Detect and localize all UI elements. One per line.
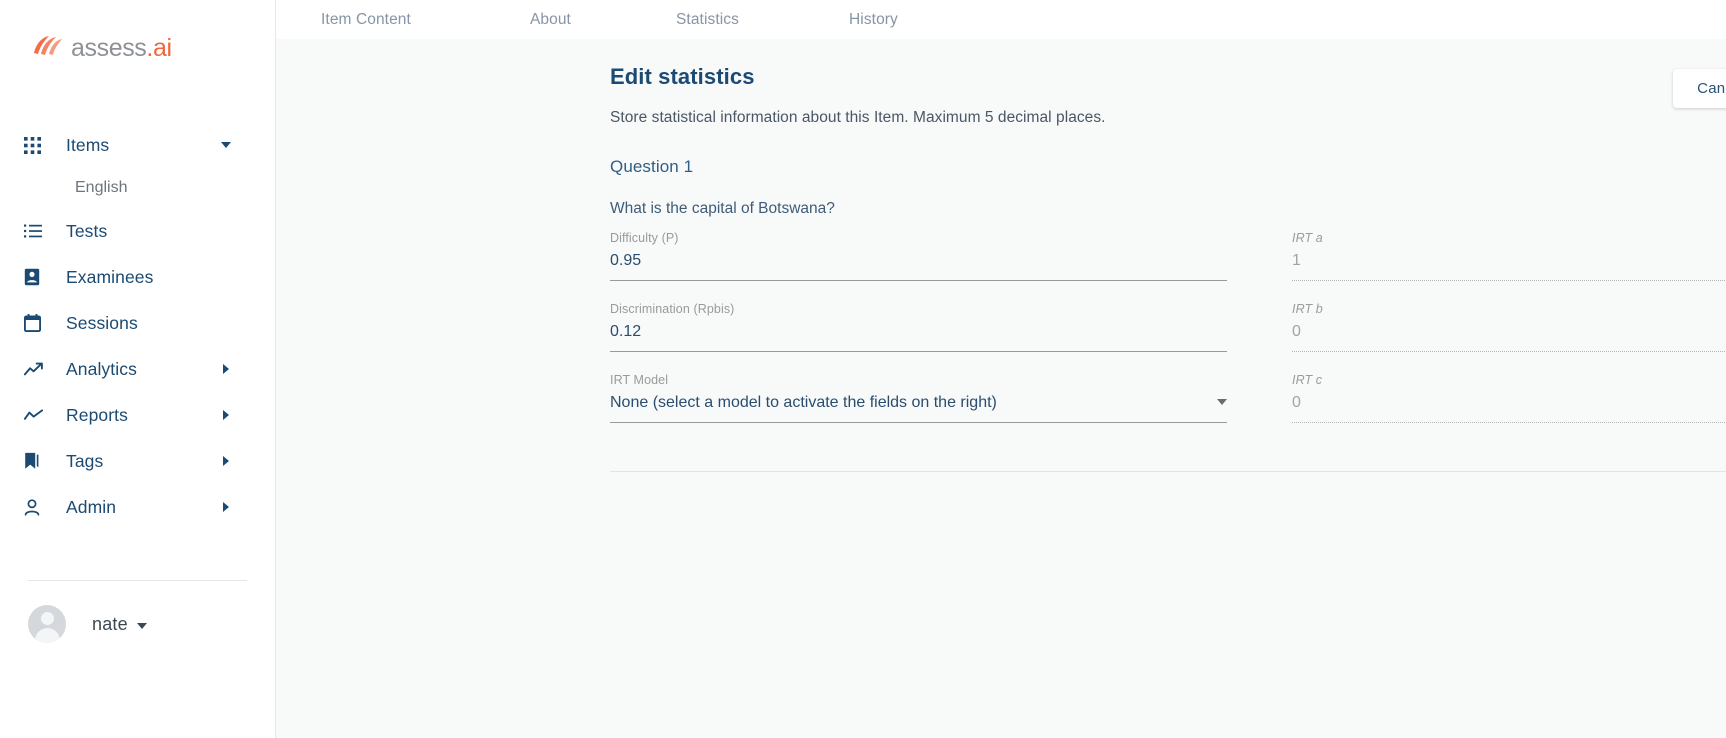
tab-about[interactable]: About [530,11,571,29]
question-text: What is the capital of Botswana? [610,200,835,217]
sidebar-item-label: Admin [66,496,117,517]
sidebar-item-analytics[interactable]: Analytics [0,346,275,392]
field-label: IRT c [1292,373,1323,387]
sidebar-item-label: Items [66,134,110,155]
irt-b-input: 0 [1292,321,1726,352]
difficulty-input[interactable]: 0.95 [610,250,1227,281]
cancel-button[interactable]: Cancel [1673,69,1726,108]
sidebar-item-label: Reports [66,404,128,425]
sidebar-item-label: Tags [66,450,104,471]
tab-history[interactable]: History [849,11,898,29]
irt-c-input: 0 [1292,392,1726,423]
page-header-text: Edit statistics Store statistical inform… [276,64,1106,127]
sidebar-subitem-label: English [75,179,128,196]
form-column-left: Difficulty (P) 0.95 Discrimination (Rpbi… [610,231,1227,444]
field-label: Difficulty (P) [610,231,679,245]
main-area: Item Content About Statistics History Ed… [276,0,1726,738]
sidebar-item-tests[interactable]: Tests [0,208,275,254]
field-irt-a: IRT a 1 [1292,231,1726,281]
sidebar-item-label: Analytics [66,358,137,379]
field-label: IRT a [1292,231,1323,245]
person-icon [24,498,50,516]
tab-item-content[interactable]: Item Content [321,11,411,29]
form-column-right: IRT a 1 IRT b 0 IRT c 0 [1292,231,1726,444]
field-difficulty: Difficulty (P) 0.95 [610,231,1227,281]
sidebar-item-items[interactable]: Items [0,122,275,168]
sidebar-item-examinees[interactable]: Examinees [0,254,275,300]
chevron-down-icon[interactable] [1217,399,1227,405]
user-menu[interactable]: nate [0,581,275,667]
user-name-label: nate [92,613,128,634]
irt-model-selected-value: None (select a model to activate the fie… [610,394,997,411]
sidebar-subitem-english[interactable]: English [0,168,275,208]
sidebar-item-label: Tests [66,220,108,241]
line-chart-icon [24,409,50,421]
content-panel: Edit statistics Store statistical inform… [276,39,1726,738]
calendar-icon [24,314,50,332]
sidebar-item-label: Examinees [66,266,154,287]
discrimination-input[interactable]: 0.12 [610,321,1227,352]
field-irt-b: IRT b 0 [1292,302,1726,352]
page-header: Edit statistics Store statistical inform… [0,39,1726,127]
chevron-right-icon[interactable] [223,456,229,466]
sidebar-item-label: Sessions [66,312,138,333]
chevron-down-icon[interactable] [221,142,231,148]
field-irt-c: IRT c 0 [1292,373,1726,423]
field-label: IRT Model [610,373,669,387]
field-label: Discrimination (Rpbis) [610,302,735,316]
contact-icon [24,268,50,286]
page-title: Edit statistics [610,64,755,89]
sidebar-item-sessions[interactable]: Sessions [0,300,275,346]
irt-a-input: 1 [1292,250,1726,281]
chevron-right-icon[interactable] [223,410,229,420]
content-divider [610,471,1726,472]
page-subtitle: Store statistical information about this… [610,109,1106,126]
chevron-down-icon[interactable] [136,622,147,629]
field-label: IRT b [1292,302,1323,316]
field-irt-model: IRT Model None (select a model to activa… [610,373,1227,423]
sidebar-item-reports[interactable]: Reports [0,392,275,438]
chevron-right-icon[interactable] [223,364,229,374]
field-discrimination: Discrimination (Rpbis) 0.12 [610,302,1227,352]
sidebar-nav: Items English Tests Examinees Sessions A… [0,122,275,530]
statistics-form: Difficulty (P) 0.95 Discrimination (Rpbi… [276,231,1726,444]
chevron-right-icon[interactable] [223,502,229,512]
tab-bar: Item Content About Statistics History [276,0,1726,39]
tab-statistics[interactable]: Statistics [676,11,739,29]
question-number-label: Question 1 [610,157,694,176]
trending-up-icon [24,362,50,376]
sidebar-item-tags[interactable]: Tags [0,438,275,484]
user-avatar-icon [28,605,66,643]
irt-model-select[interactable]: None (select a model to activate the fie… [610,392,1227,423]
bookmark-icon [24,452,50,470]
header-actions: Cancel Save & Exit [1673,64,1726,109]
sidebar-item-admin[interactable]: Admin [0,484,275,530]
grid-icon [24,136,50,154]
app-root: assess.ai Items English Tests Examinees … [0,0,1726,738]
list-icon [24,224,50,238]
